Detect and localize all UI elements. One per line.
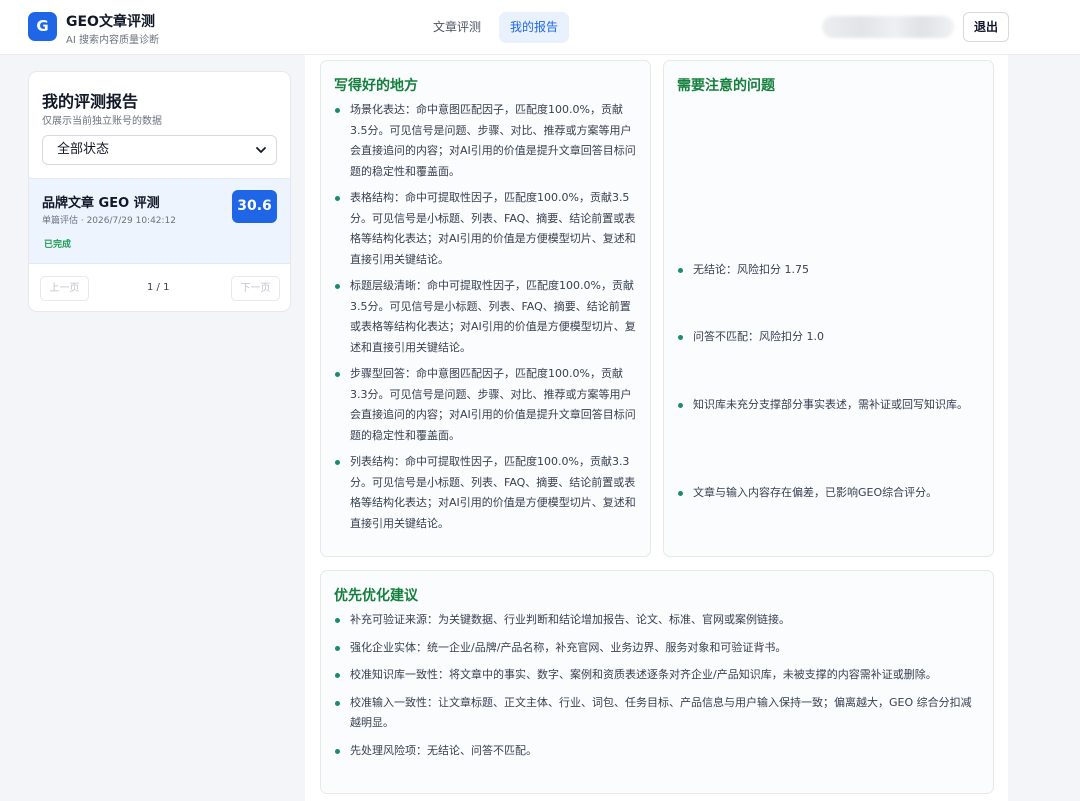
optimization-panel: 优先优化建议 补充可验证来源：为关键数据、行业判断和结论增加报告、论文、标准、官…	[320, 570, 994, 794]
list-item: 强化企业实体：统一企业/品牌/产品名称，补充官网、业务边界、服务对象和可验证背书…	[334, 638, 982, 659]
report-meta: 单篇评估 · 2026/7/29 10:42:12	[42, 216, 177, 226]
score-badge: 30.6	[232, 190, 277, 223]
list-item: 校准知识库一致性：将文章中的事实、数字、案例和资质表述逐条对齐企业/产品知识库，…	[334, 665, 982, 686]
sidebar-subtitle: 仅展示当前独立账号的数据	[42, 116, 162, 127]
list-item: 知识库未充分支撑部分事实表述，需补证或回写知识库。	[677, 395, 977, 416]
chevron-down-icon	[256, 147, 266, 153]
list-item: 先处理风险项：无结论、问答不匹配。	[334, 741, 982, 762]
issues-list: 无结论：风险扣分 1.75 问答不匹配：风险扣分 1.0 知识库未充分支撑部分事…	[677, 61, 982, 558]
list-item: 问答不匹配：风险扣分 1.0	[677, 327, 977, 348]
next-page-button[interactable]: 下一页	[231, 276, 280, 301]
list-item: 表格结构：命中可提取性因子，匹配度100.0%，贡献3.5分。可见信号是小标题、…	[334, 188, 639, 270]
report-detail: 写得好的地方 场景化表达：命中意图匹配因子，匹配度100.0%，贡献3.5分。可…	[305, 55, 1008, 801]
page-indicator: 1 / 1	[147, 282, 170, 293]
logout-button[interactable]: 退出	[963, 12, 1009, 42]
sidebar-title: 我的评测报告	[42, 92, 139, 111]
app-logo: G	[28, 12, 57, 41]
strengths-list: 场景化表达：命中意图匹配因子，匹配度100.0%，贡献3.5分。可见信号是问题、…	[334, 100, 639, 540]
report-sidebar: 我的评测报告 仅展示当前独立账号的数据 全部状态 品牌文章 GEO 评测 单篇评…	[28, 71, 291, 312]
report-list-item[interactable]: 品牌文章 GEO 评测 单篇评估 · 2026/7/29 10:42:12 已完…	[29, 178, 290, 264]
list-item: 场景化表达：命中意图匹配因子，匹配度100.0%，贡献3.5分。可见信号是问题、…	[334, 100, 639, 182]
app-title: GEO文章评测	[66, 14, 155, 30]
list-item: 标题层级清晰：命中可提取性因子，匹配度100.0%，贡献3.5分。可见信号是小标…	[334, 276, 639, 358]
report-title: 品牌文章 GEO 评测	[42, 196, 160, 211]
optimization-list: 补充可验证来源：为关键数据、行业判断和结论增加报告、论文、标准、官网或案例链接。…	[334, 610, 982, 768]
strengths-panel: 写得好的地方 场景化表达：命中意图匹配因子，匹配度100.0%，贡献3.5分。可…	[320, 60, 651, 557]
list-item: 步骤型回答：命中意图匹配因子，匹配度100.0%，贡献3.3分。可见信号是问题、…	[334, 364, 639, 446]
list-item: 无结论：风险扣分 1.75	[677, 260, 977, 281]
list-item: 文章与输入内容存在偏差，已影响GEO综合评分。	[677, 483, 977, 504]
status-filter-value: 全部状态	[57, 142, 110, 157]
strengths-title: 写得好的地方	[334, 78, 418, 94]
tab-article-evaluation[interactable]: 文章评测	[422, 12, 492, 43]
list-item: 补充可验证来源：为关键数据、行业判断和结论增加报告、论文、标准、官网或案例链接。	[334, 610, 982, 631]
status-filter-select[interactable]: 全部状态	[42, 135, 277, 165]
user-info-redacted	[822, 16, 954, 38]
top-header: G GEO文章评测 AI 搜索内容质量诊断 文章评测 我的报告 退出	[0, 0, 1080, 55]
issues-panel: 需要注意的问题 无结论：风险扣分 1.75 问答不匹配：风险扣分 1.0 知识库…	[663, 60, 994, 557]
prev-page-button[interactable]: 上一页	[40, 276, 89, 301]
list-item: 列表结构：命中可提取性因子，匹配度100.0%，贡献3.3分。可见信号是小标题、…	[334, 452, 639, 534]
tab-my-reports[interactable]: 我的报告	[499, 12, 570, 43]
optimization-title: 优先优化建议	[334, 588, 418, 604]
list-item: 校准输入一致性：让文章标题、正文主体、行业、词包、任务目标、产品信息与用户输入保…	[334, 693, 982, 734]
status-badge: 已完成	[44, 240, 72, 250]
app-subtitle: AI 搜索内容质量诊断	[66, 35, 159, 46]
